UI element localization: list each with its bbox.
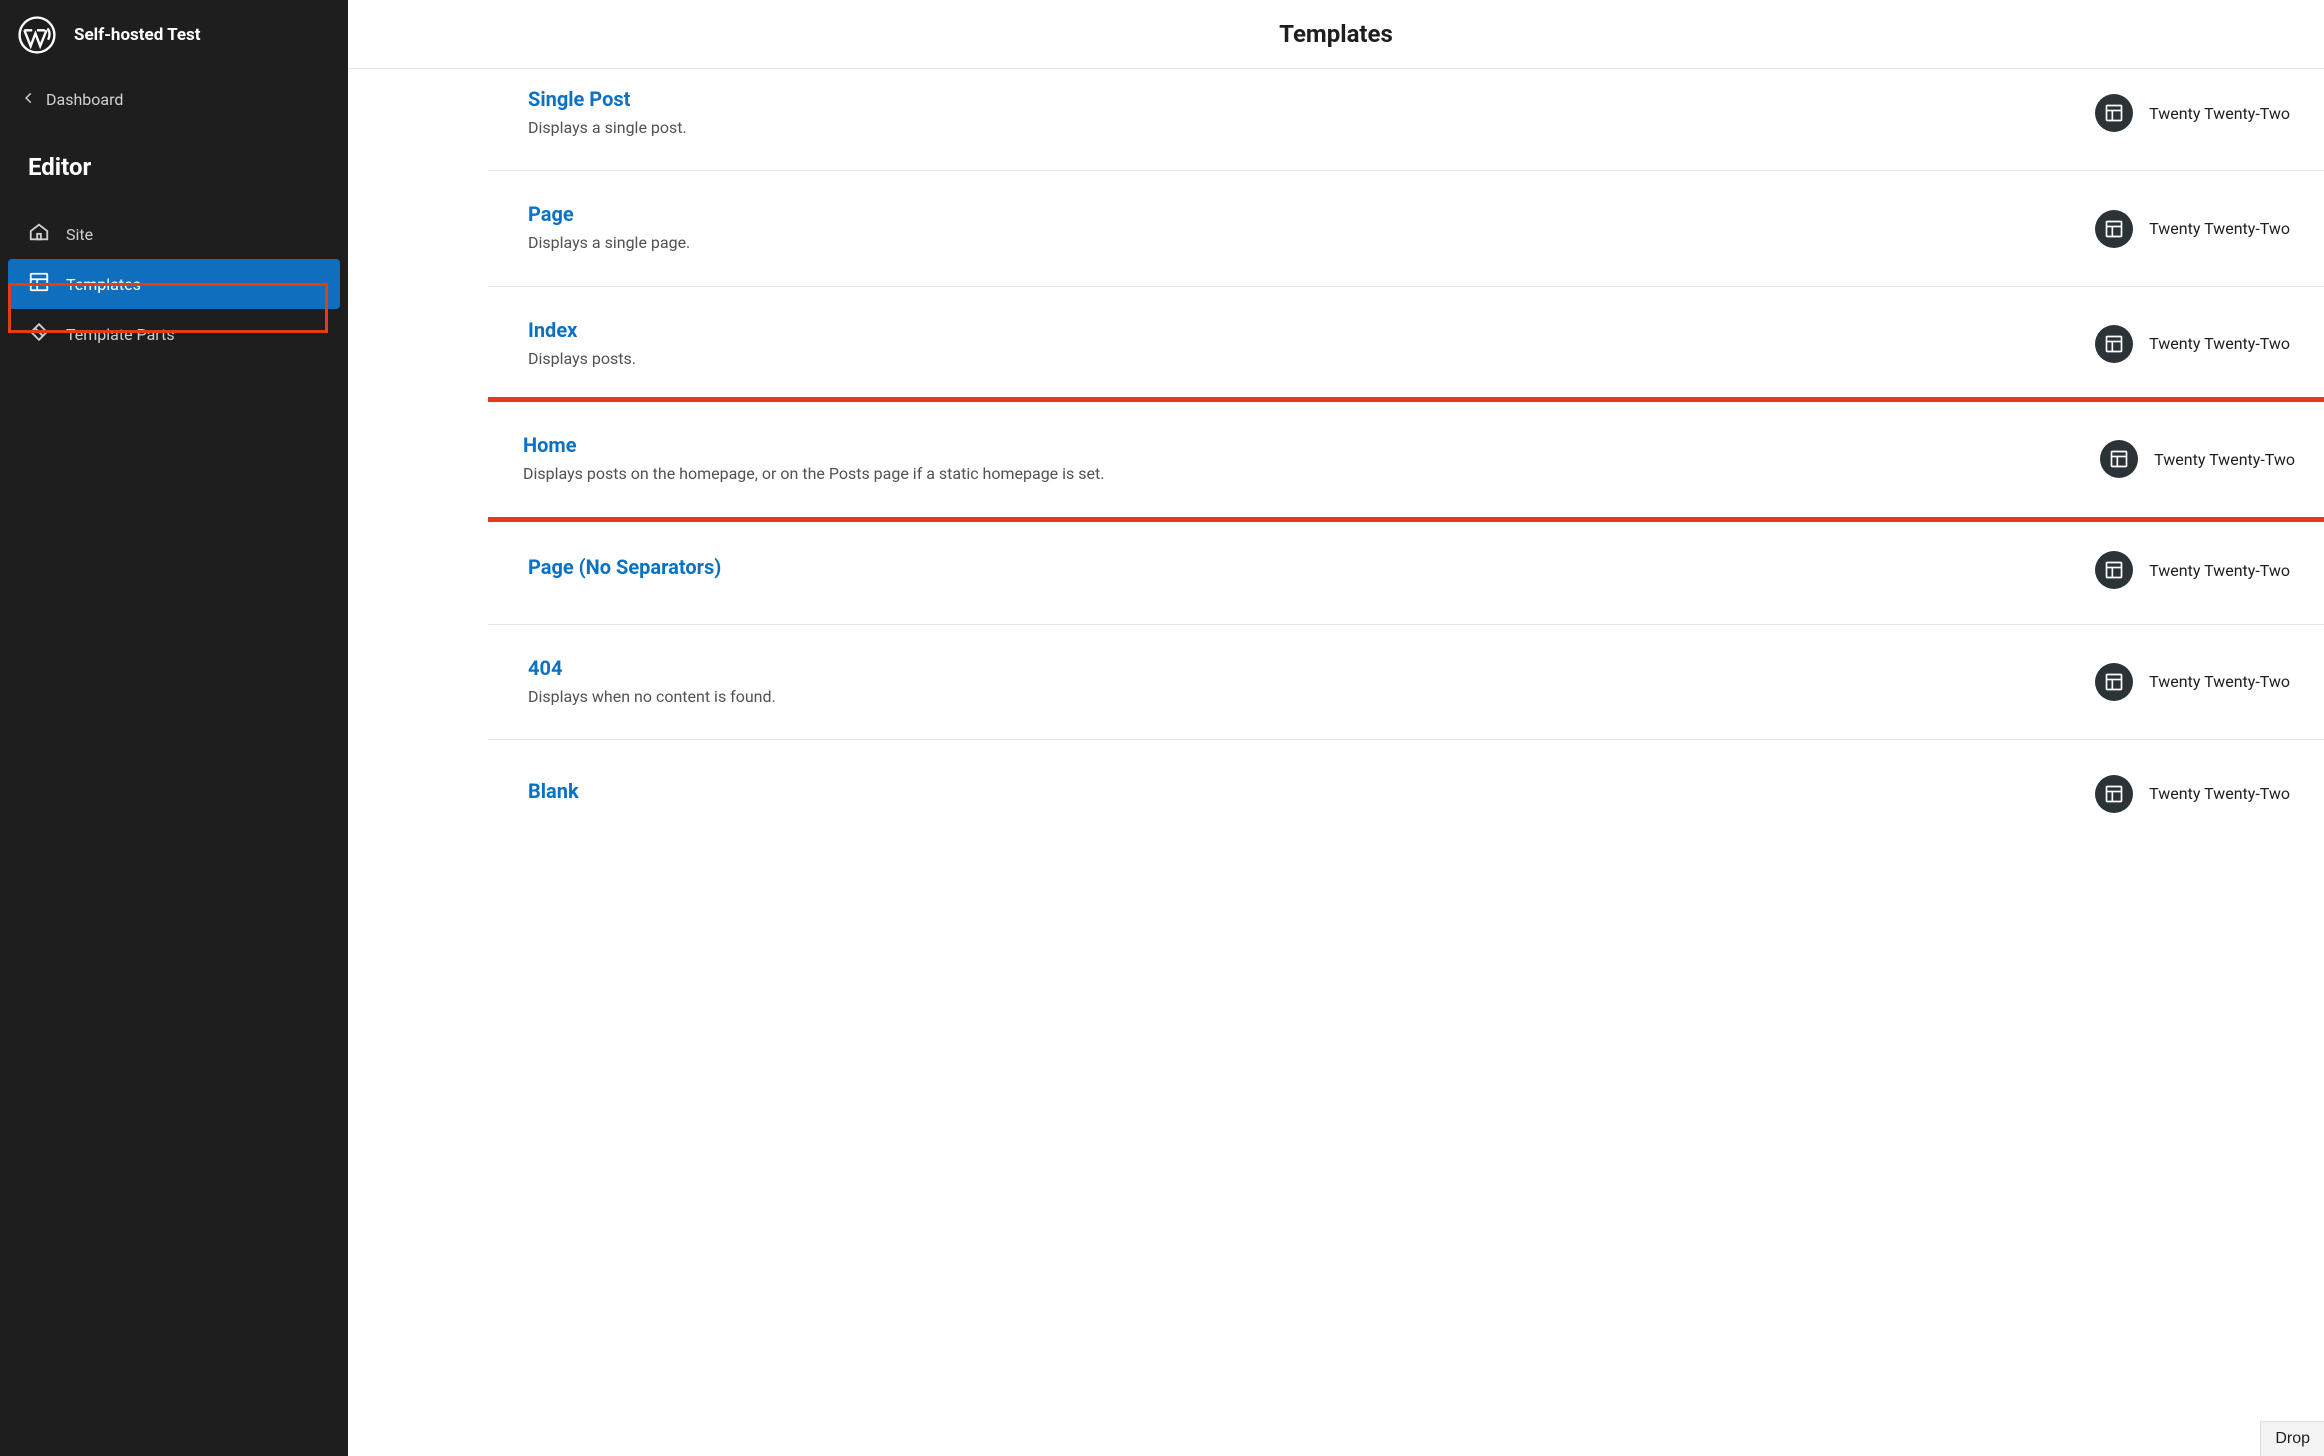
template-source: Twenty Twenty-Two — [2100, 440, 2295, 478]
template-row[interactable]: Page (No Separators) Twenty Twenty-Two — [488, 517, 2324, 625]
diamond-icon — [28, 321, 50, 347]
sidebar: Self-hosted Test Dashboard Editor Site — [0, 0, 348, 1456]
templates-scroll[interactable]: x Single Post Displays a single post. Tw… — [488, 69, 2324, 1456]
sidebar-item-label: Site — [66, 225, 93, 244]
back-label: Dashboard — [46, 90, 123, 109]
template-description: Displays a single post. — [528, 117, 2063, 139]
template-source: Twenty Twenty-Two — [2095, 210, 2290, 248]
template-row[interactable]: Page Displays a single page. Twenty Twen… — [488, 171, 2324, 286]
main-content: Templates x Single Post Displays a singl… — [348, 0, 2324, 1456]
wordpress-logo-icon[interactable] — [18, 16, 56, 54]
layout-icon — [2100, 440, 2138, 478]
template-source: Twenty Twenty-Two — [2095, 663, 2290, 701]
template-description: Displays posts. — [528, 348, 2063, 370]
sidebar-item-site[interactable]: Site — [8, 209, 340, 259]
template-title-link[interactable]: Page (No Separators) — [528, 555, 2063, 579]
theme-name: Twenty Twenty-Two — [2149, 561, 2290, 580]
sidebar-section-title: Editor — [0, 123, 348, 203]
template-row[interactable]: Blank Twenty Twenty-Two — [488, 740, 2324, 848]
page-title: Templates — [1279, 20, 1393, 48]
dashboard-back-link[interactable]: Dashboard — [0, 76, 348, 123]
template-title-link[interactable]: Blank — [528, 779, 2063, 803]
drop-button[interactable]: Drop — [2260, 1421, 2324, 1456]
template-title-link[interactable]: Single Post — [528, 87, 2063, 111]
layout-icon — [2095, 551, 2133, 589]
sidebar-nav: Site Templates Template Parts — [0, 203, 348, 359]
template-title-link[interactable]: Home — [523, 433, 2068, 457]
template-row[interactable]: Index Displays posts. Twenty Twenty-Two — [488, 287, 2324, 402]
theme-name: Twenty Twenty-Two — [2154, 450, 2295, 469]
home-icon — [28, 221, 50, 247]
template-title-link[interactable]: Page — [528, 202, 2063, 226]
theme-name: Twenty Twenty-Two — [2149, 334, 2290, 353]
templates-list: x Single Post Displays a single post. Tw… — [488, 69, 2324, 848]
theme-name: Twenty Twenty-Two — [2149, 104, 2290, 123]
site-title: Self-hosted Test — [74, 25, 201, 45]
layout-icon — [2095, 775, 2133, 813]
template-description: Displays when no content is found. — [528, 686, 2063, 708]
template-title-link[interactable]: 404 — [528, 656, 2063, 680]
theme-name: Twenty Twenty-Two — [2149, 219, 2290, 238]
sidebar-header: Self-hosted Test — [0, 0, 348, 68]
layout-icon — [28, 271, 50, 297]
sidebar-item-label: Template Parts — [66, 325, 175, 344]
template-description: Displays posts on the homepage, or on th… — [523, 463, 2068, 485]
template-row[interactable]: 404 Displays when no content is found. T… — [488, 625, 2324, 740]
layout-icon — [2095, 210, 2133, 248]
template-source: Twenty Twenty-Two — [2095, 94, 2290, 132]
main-header: Templates — [348, 0, 2324, 69]
sidebar-item-label: Templates — [66, 275, 141, 294]
template-row[interactable]: Single Post Displays a single post. Twen… — [488, 69, 2324, 171]
template-description: Displays a single page. — [528, 232, 2063, 254]
template-source: Twenty Twenty-Two — [2095, 551, 2290, 589]
chevron-left-icon — [22, 90, 36, 109]
template-source: Twenty Twenty-Two — [2095, 775, 2290, 813]
template-title-link[interactable]: Index — [528, 318, 2063, 342]
layout-icon — [2095, 94, 2133, 132]
layout-icon — [2095, 663, 2133, 701]
sidebar-item-templates[interactable]: Templates — [8, 259, 340, 309]
template-row-highlighted[interactable]: Home Displays posts on the homepage, or … — [488, 397, 2324, 521]
layout-icon — [2095, 325, 2133, 363]
theme-name: Twenty Twenty-Two — [2149, 784, 2290, 803]
sidebar-item-template-parts[interactable]: Template Parts — [8, 309, 340, 359]
theme-name: Twenty Twenty-Two — [2149, 672, 2290, 691]
template-source: Twenty Twenty-Two — [2095, 325, 2290, 363]
